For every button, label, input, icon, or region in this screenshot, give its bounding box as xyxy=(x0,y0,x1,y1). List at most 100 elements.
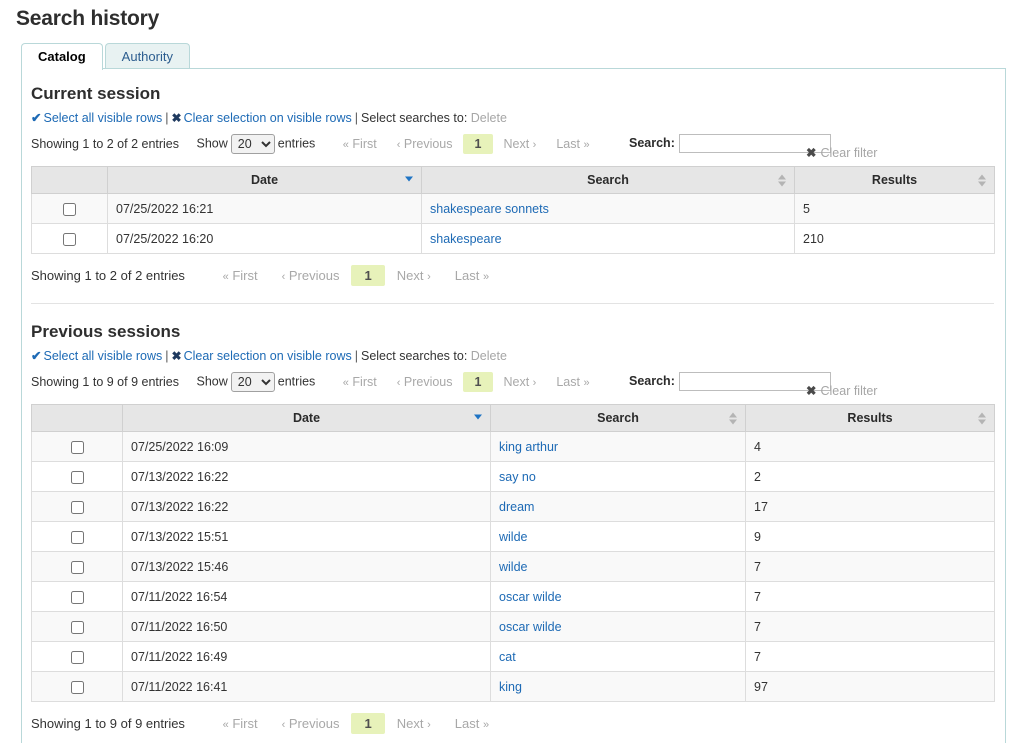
row-select-cell xyxy=(32,224,108,254)
page-last-top-previous[interactable]: Last » xyxy=(546,373,599,391)
show-label-current: Show xyxy=(197,136,228,150)
select-searches-to-label-current: Select searches to: xyxy=(361,111,467,125)
cross-icon: ✖ xyxy=(806,384,816,398)
entries-label-previous: entries xyxy=(278,374,316,388)
row-select-cell xyxy=(32,522,123,552)
column-header-results[interactable]: Results xyxy=(795,167,995,194)
clear-filter-current[interactable]: ✖Clear filter xyxy=(806,145,877,160)
row-checkbox[interactable] xyxy=(63,233,76,246)
clear-selection-link-previous[interactable]: Clear selection on visible rows xyxy=(184,349,352,363)
search-filter-current: Search: xyxy=(629,134,831,153)
page-previous-bottom-current[interactable]: ‹ Previous xyxy=(270,266,352,285)
page-next-top-current[interactable]: Next › xyxy=(493,135,546,153)
select-all-visible-rows-link-previous[interactable]: Select all visible rows xyxy=(43,349,162,363)
search-term-link[interactable]: oscar wilde xyxy=(499,620,562,634)
cell-results: 4 xyxy=(746,432,995,462)
search-term-link[interactable]: wilde xyxy=(499,560,528,574)
column-header-date[interactable]: Date xyxy=(123,405,491,432)
table-row: 07/13/2022 16:22dream17 xyxy=(32,492,995,522)
row-select-cell xyxy=(32,612,123,642)
search-history-table-previous: Date Search Results 07/25/2022 16: xyxy=(31,404,995,702)
page-length-control-current: Show102050100entries xyxy=(197,134,316,154)
page-last-bottom-previous[interactable]: Last » xyxy=(443,714,501,733)
cell-date: 07/11/2022 16:54 xyxy=(123,582,491,612)
show-label-previous: Show xyxy=(197,374,228,388)
datatable-controls-current: Showing 1 to 2 of 2 entries Show10205010… xyxy=(31,134,996,160)
search-term-link[interactable]: shakespeare xyxy=(430,232,502,246)
section-divider xyxy=(31,303,994,304)
delete-action-previous[interactable]: Delete xyxy=(471,349,507,363)
page-length-select-previous[interactable]: 102050100 xyxy=(231,372,275,392)
entries-info-bottom-previous: Showing 1 to 9 of 9 entries xyxy=(31,716,185,731)
column-header-search[interactable]: Search xyxy=(491,405,746,432)
page-first-top-previous[interactable]: « First xyxy=(333,373,387,391)
search-term-link[interactable]: king xyxy=(499,680,522,694)
sort-both-icon xyxy=(978,174,987,187)
pagination-bottom-previous: « First‹ Previous1Next ›Last » xyxy=(211,713,502,734)
cell-results: 5 xyxy=(795,194,995,224)
page-number-1-top-previous[interactable]: 1 xyxy=(463,372,494,392)
table-header-row: Date Search Results xyxy=(32,167,995,194)
row-checkbox[interactable] xyxy=(71,561,84,574)
page-length-select-current[interactable]: 102050100 xyxy=(231,134,275,154)
row-checkbox[interactable] xyxy=(71,651,84,664)
page-first-bottom-current[interactable]: « First xyxy=(211,266,270,285)
row-checkbox[interactable] xyxy=(71,621,84,634)
cell-search: king xyxy=(491,672,746,702)
tab-authority[interactable]: Authority xyxy=(105,43,190,70)
pagination-bottom-current: « First‹ Previous1Next ›Last » xyxy=(211,265,502,286)
table-row: 07/25/2022 16:20 shakespeare 210 xyxy=(32,224,995,254)
page-number-1-bottom-previous[interactable]: 1 xyxy=(351,713,384,734)
clear-selection-link-current[interactable]: Clear selection on visible rows xyxy=(184,111,352,125)
search-term-link[interactable]: shakespeare sonnets xyxy=(430,202,549,216)
page-next-top-previous[interactable]: Next › xyxy=(493,373,546,391)
row-checkbox[interactable] xyxy=(71,501,84,514)
search-term-link[interactable]: oscar wilde xyxy=(499,590,562,604)
page-number-1-bottom-current[interactable]: 1 xyxy=(351,265,384,286)
tab-catalog[interactable]: Catalog xyxy=(21,43,103,70)
search-term-link[interactable]: king arthur xyxy=(499,440,558,454)
page-next-bottom-previous[interactable]: Next › xyxy=(385,714,443,733)
column-header-results[interactable]: Results xyxy=(746,405,995,432)
row-checkbox[interactable] xyxy=(71,441,84,454)
page-last-bottom-current[interactable]: Last » xyxy=(443,266,501,285)
clear-filter-previous[interactable]: ✖Clear filter xyxy=(806,383,877,398)
column-header-date[interactable]: Date xyxy=(108,167,422,194)
cell-results: 17 xyxy=(746,492,995,522)
row-checkbox[interactable] xyxy=(71,471,84,484)
page-previous-top-current[interactable]: ‹ Previous xyxy=(387,135,463,153)
search-term-link[interactable]: say no xyxy=(499,470,536,484)
cell-date: 07/13/2022 15:46 xyxy=(123,552,491,582)
column-header-search[interactable]: Search xyxy=(422,167,795,194)
row-checkbox[interactable] xyxy=(71,591,84,604)
search-term-link[interactable]: dream xyxy=(499,500,534,514)
cell-search: say no xyxy=(491,462,746,492)
row-checkbox[interactable] xyxy=(71,681,84,694)
delete-action-current[interactable]: Delete xyxy=(471,111,507,125)
section-title-current-session: Current session xyxy=(31,84,996,104)
page-previous-top-previous[interactable]: ‹ Previous xyxy=(387,373,463,391)
cross-icon: ✖ xyxy=(806,146,816,160)
cell-date: 07/25/2022 16:21 xyxy=(108,194,422,224)
cell-results: 9 xyxy=(746,522,995,552)
cell-results: 7 xyxy=(746,612,995,642)
sort-both-icon xyxy=(729,412,738,425)
cell-search: dream xyxy=(491,492,746,522)
page-first-top-current[interactable]: « First xyxy=(333,135,387,153)
page-first-bottom-previous[interactable]: « First xyxy=(211,714,270,733)
page-previous-bottom-previous[interactable]: ‹ Previous xyxy=(270,714,352,733)
cell-results: 210 xyxy=(795,224,995,254)
page-number-1-top-current[interactable]: 1 xyxy=(463,134,494,154)
page-last-top-current[interactable]: Last » xyxy=(546,135,599,153)
row-select-cell xyxy=(32,194,108,224)
tab-catalog-label: Catalog xyxy=(38,49,86,64)
search-term-link[interactable]: wilde xyxy=(499,530,528,544)
column-header-select xyxy=(32,405,123,432)
select-all-visible-rows-link-current[interactable]: Select all visible rows xyxy=(43,111,162,125)
search-term-link[interactable]: cat xyxy=(499,650,516,664)
tab-authority-label[interactable]: Authority xyxy=(122,49,173,64)
page-next-bottom-current[interactable]: Next › xyxy=(385,266,443,285)
row-checkbox[interactable] xyxy=(71,531,84,544)
sort-descending-icon xyxy=(474,412,483,425)
row-checkbox[interactable] xyxy=(63,203,76,216)
